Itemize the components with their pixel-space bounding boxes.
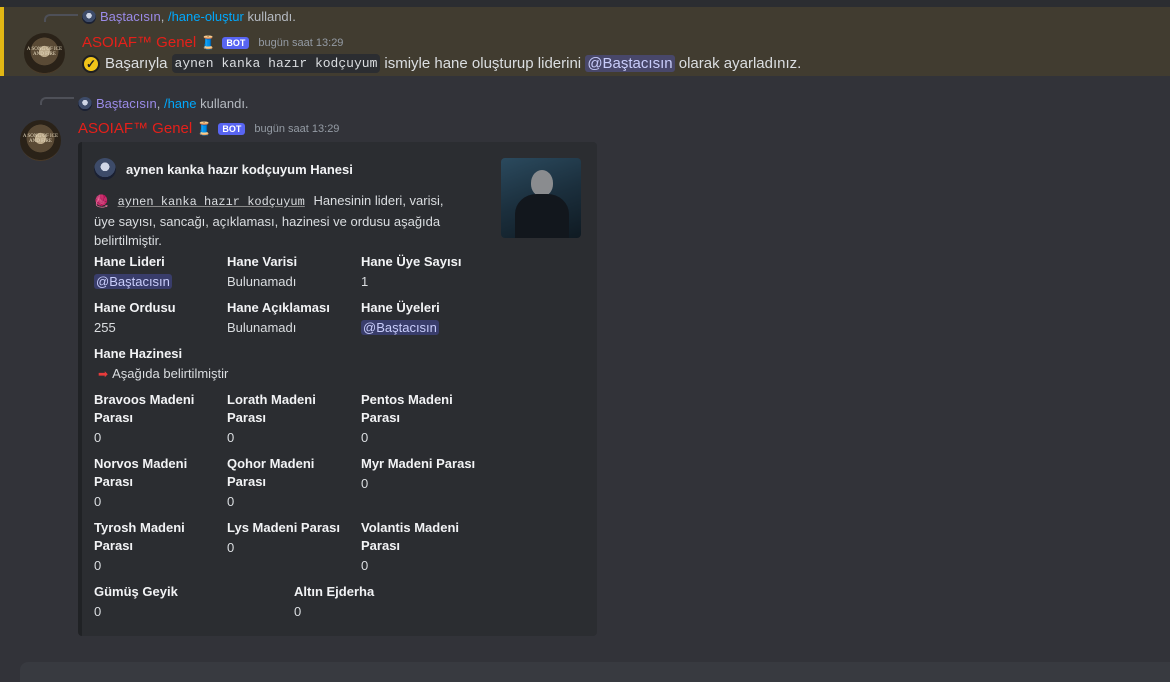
- reply-separator: ,: [156, 96, 161, 111]
- bot-avatar[interactable]: A SONG OF ICE AND FIRE: [24, 33, 65, 74]
- bot-badge: BOT: [218, 122, 246, 135]
- message-hane[interactable]: Baştacısın , /hane kullandı. A SONG OF I…: [0, 90, 1170, 650]
- embed-author-name: aynen kanka hazır kodçuyum Hanesi: [126, 161, 353, 177]
- field-myr: Myr Madeni Parası 0: [361, 456, 476, 491]
- field-army: Hane Ordusu 255: [94, 300, 176, 335]
- text-after: olarak ayarladınız.: [678, 55, 802, 72]
- timestamp[interactable]: bugün saat 13:29: [254, 123, 339, 135]
- leader-mention[interactable]: @Baştacısın: [94, 274, 172, 289]
- field-pentos: Pentos Madeni Parası 0: [361, 392, 453, 445]
- reply-connector: [44, 14, 78, 22]
- thread-spool-icon: 🧵: [196, 120, 213, 136]
- user-avatar-mini[interactable]: [78, 96, 92, 111]
- field-members: Hane Üyeleri @Baştacısın: [361, 300, 440, 335]
- message-content: ✓ Başarıyla aynen kanka hazır kodçuyum i…: [82, 54, 801, 73]
- reply-suffix: kullandı.: [200, 96, 249, 111]
- command-reply-line: Baştacısın , /hane-oluştur kullandı.: [82, 9, 296, 24]
- right-arrow-icon: ➡: [98, 367, 109, 381]
- field-lys: Lys Madeni Parası 0: [227, 520, 340, 555]
- embed-thumbnail[interactable]: [501, 158, 581, 238]
- embed-author: aynen kanka hazır kodçuyum Hanesi: [94, 158, 353, 180]
- field-silver-stag: Gümüş Geyik 0: [94, 584, 178, 619]
- field-description: Hane Açıklaması Bulunamadı: [227, 300, 330, 335]
- house-embed: aynen kanka hazır kodçuyum Hanesi 🧶 ayne…: [78, 142, 597, 636]
- field-braavos: Bravoos Madeni Parası 0: [94, 392, 195, 445]
- text-middle: ismiyle hane oluşturup liderini: [384, 55, 582, 72]
- reply-suffix: kullandı.: [247, 9, 296, 24]
- command-reply-line: Baştacısın , /hane kullandı.: [78, 96, 249, 111]
- field-tyrosh: Tyrosh Madeni Parası 0: [94, 520, 185, 573]
- embed-author-icon: [94, 158, 116, 180]
- reply-username[interactable]: Baştacısın: [100, 9, 161, 24]
- user-mention[interactable]: @Baştacısın: [585, 55, 675, 72]
- message-header: ASOIAF™ Genel 🧵 BOT bugün saat 13:29: [82, 34, 343, 51]
- reply-connector: [40, 97, 74, 105]
- thread-spool-icon: 🧵: [200, 34, 217, 50]
- reply-separator: ,: [160, 9, 165, 24]
- message-header: ASOIAF™ Genel 🧵 BOT bugün saat 13:29: [78, 120, 339, 137]
- message-hane-olustur[interactable]: Baştacısın , /hane-oluştur kullandı. A S…: [0, 7, 1170, 76]
- check-badge-icon: ✓: [82, 54, 100, 73]
- field-volantis: Volantis Madeni Parası 0: [361, 520, 459, 573]
- message-composer[interactable]: [20, 662, 1170, 682]
- reply-username[interactable]: Baştacısın: [96, 96, 157, 111]
- field-gold-dragon: Altın Ejderha 0: [294, 584, 375, 619]
- user-avatar-mini[interactable]: [82, 9, 96, 24]
- member-mention[interactable]: @Baştacısın: [361, 320, 439, 335]
- bot-username[interactable]: ASOIAF™ Genel: [82, 34, 196, 51]
- field-leader: Hane Lideri @Baştacısın: [94, 254, 172, 289]
- house-name-code: aynen kanka hazır kodçuyum: [171, 54, 381, 73]
- thread-spool-icon: 🧶: [94, 194, 109, 208]
- field-lorath: Lorath Madeni Parası 0: [227, 392, 316, 445]
- house-name-code: aynen kanka hazır kodçuyum: [114, 194, 308, 210]
- field-qohor: Qohor Madeni Parası 0: [227, 456, 315, 509]
- bot-badge: BOT: [222, 36, 250, 49]
- reply-command[interactable]: /hane: [164, 96, 197, 111]
- field-member-count: Hane Üye Sayısı 1: [361, 254, 462, 289]
- bot-username[interactable]: ASOIAF™ Genel: [78, 120, 192, 137]
- bot-avatar[interactable]: A SONG OF ICE AND FIRE: [20, 120, 61, 161]
- top-divider: [0, 0, 1170, 7]
- text-before: Başarıyla: [105, 55, 168, 72]
- reply-command[interactable]: /hane-oluştur: [168, 9, 244, 24]
- embed-description: 🧶 aynen kanka hazır kodçuyum Hanesinin l…: [94, 191, 464, 250]
- timestamp[interactable]: bugün saat 13:29: [258, 37, 343, 49]
- field-treasury: Hane Hazinesi ➡ Aşağıda belirtilmiştir: [94, 346, 229, 381]
- field-norvos: Norvos Madeni Parası 0: [94, 456, 188, 509]
- field-heir: Hane Varisi Bulunamadı: [227, 254, 298, 289]
